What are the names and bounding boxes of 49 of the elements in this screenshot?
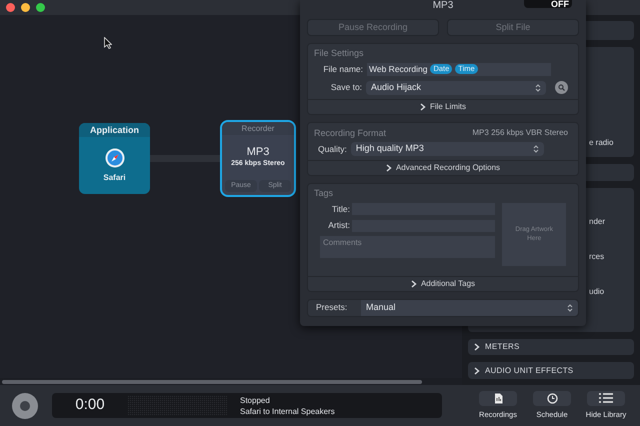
quality-select[interactable]: High quality MP3 xyxy=(350,142,544,156)
node-header: Application xyxy=(79,123,150,137)
toggle-switch[interactable]: OFF xyxy=(524,0,572,8)
field-label: Artist: xyxy=(327,219,350,232)
chevron-icon xyxy=(420,102,426,110)
record-knob-icon[interactable] xyxy=(12,392,38,418)
library-text: e radio xyxy=(589,137,614,150)
maximize-icon[interactable] xyxy=(36,3,45,12)
field-label: Title: xyxy=(330,202,350,216)
library-section[interactable]: METERS xyxy=(468,338,634,356)
cursor-icon xyxy=(104,37,112,49)
list-icon xyxy=(599,393,613,404)
stepper-icon xyxy=(535,82,542,92)
scrollbar[interactable] xyxy=(2,380,422,384)
close-icon[interactable] xyxy=(6,3,15,12)
chevron-icon xyxy=(386,164,392,172)
disclosure-button[interactable]: File Limits xyxy=(308,98,578,114)
stepper-icon xyxy=(532,144,539,154)
disclosure-button[interactable]: Additional Tags xyxy=(308,276,578,290)
library-text: nder xyxy=(589,216,606,228)
chevron-icon xyxy=(474,343,480,352)
field-label: Save to: xyxy=(330,81,362,94)
time-readout: 0:00 xyxy=(74,395,106,416)
route-text: Safari to Internal Speakers xyxy=(240,406,335,416)
search-icon[interactable] xyxy=(555,81,568,94)
chevron-icon xyxy=(474,366,480,375)
field-label: Quality: xyxy=(318,142,347,156)
format-summary: MP3 256 kbps VBR Stereo xyxy=(472,126,569,139)
status-text: Stopped xyxy=(240,394,271,406)
save-location-select[interactable]: Audio Hijack xyxy=(366,80,546,94)
field-label: File name: xyxy=(322,62,363,76)
application-node[interactable]: Application Safari xyxy=(79,123,150,194)
library-section[interactable]: AUDIO UNIT EFFECTS xyxy=(468,362,634,379)
chevron-icon xyxy=(410,280,417,288)
disclosure-button[interactable]: Advanced Recording Options xyxy=(308,160,578,175)
popover-title: MP3 xyxy=(432,0,454,12)
library-text: rces xyxy=(589,251,606,264)
comments-field[interactable]: Comments xyxy=(320,236,496,258)
section-heading: File Settings xyxy=(313,47,365,60)
minimize-icon[interactable] xyxy=(21,3,30,12)
format-label: MP3 xyxy=(246,146,270,159)
compass-icon xyxy=(104,148,124,168)
clock-icon xyxy=(546,392,558,404)
library-text: udio xyxy=(589,286,606,298)
node-label: Safari xyxy=(103,172,126,184)
section-heading: Tags xyxy=(313,187,334,200)
document-icon xyxy=(494,392,502,404)
section-heading: Recording Format xyxy=(314,126,386,140)
node-header: Recorder xyxy=(222,122,294,135)
